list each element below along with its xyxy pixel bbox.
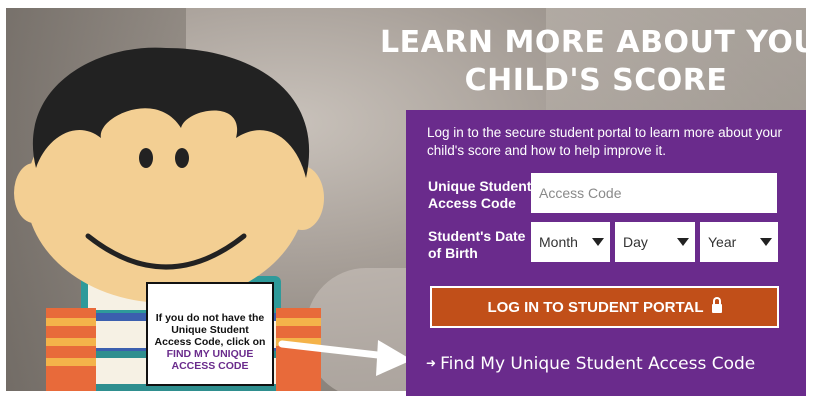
page-title: LEARN MORE ABOUT YOUR CHILD'S SCORE bbox=[380, 24, 813, 100]
dropdown-arrow-icon bbox=[677, 238, 689, 246]
help-callout: If you do not have the Unique Student Ac… bbox=[146, 282, 274, 386]
year-select-value: Year bbox=[708, 234, 737, 250]
lock-icon bbox=[711, 296, 722, 313]
dropdown-arrow-icon bbox=[760, 238, 772, 246]
month-select-value: Month bbox=[539, 234, 578, 250]
title-line-1: LEARN MORE ABOUT YOUR bbox=[380, 25, 813, 60]
login-button-label: LOG IN TO STUDENT PORTAL bbox=[487, 298, 704, 316]
day-select-value: Day bbox=[623, 234, 648, 250]
title-line-2: CHILD'S SCORE bbox=[464, 63, 728, 98]
callout-text: If you do not have the Unique Student Ac… bbox=[154, 312, 266, 348]
panel-intro-text: Log in to the secure student portal to l… bbox=[427, 125, 782, 158]
access-code-input[interactable] bbox=[531, 173, 777, 213]
access-code-label: Unique Student Access Code bbox=[428, 178, 532, 211]
day-select[interactable]: Day bbox=[615, 222, 695, 262]
callout-link[interactable]: FIND MY UNIQUE ACCESS CODE bbox=[167, 348, 254, 372]
find-access-code-link[interactable]: ➜ Find My Unique Student Access Code bbox=[426, 354, 755, 374]
arrow-right-icon: ➜ bbox=[426, 356, 437, 370]
find-access-code-label: Find My Unique Student Access Code bbox=[440, 354, 756, 374]
login-button[interactable]: LOG IN TO STUDENT PORTAL bbox=[430, 286, 779, 328]
dropdown-arrow-icon bbox=[592, 238, 604, 246]
page: LEARN MORE ABOUT YOUR CHILD'S SCORE Log … bbox=[0, 0, 813, 401]
year-select[interactable]: Year bbox=[700, 222, 778, 262]
month-select[interactable]: Month bbox=[531, 222, 610, 262]
login-panel: Log in to the secure student portal to l… bbox=[406, 110, 806, 396]
dob-label: Student's Date of Birth bbox=[428, 228, 526, 261]
